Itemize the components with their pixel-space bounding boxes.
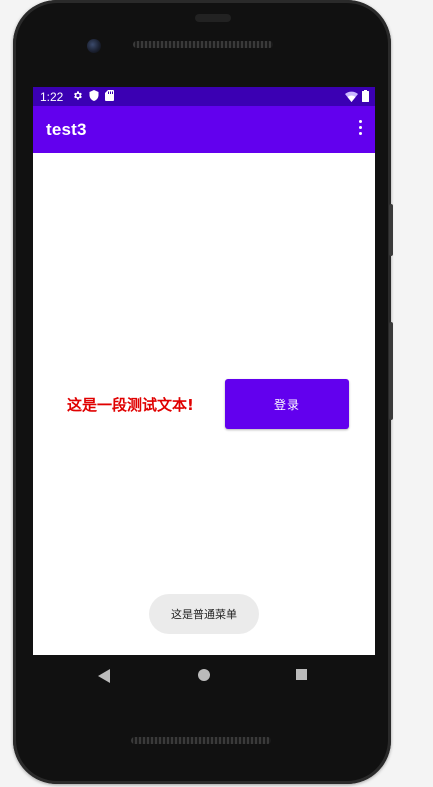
gear-icon	[72, 90, 83, 104]
back-icon[interactable]	[98, 668, 110, 687]
bottom-speaker	[131, 737, 271, 744]
wifi-icon	[345, 91, 358, 105]
more-vert-icon[interactable]	[357, 120, 363, 138]
app-bar: test3	[33, 106, 375, 153]
sd-card-icon	[105, 89, 115, 104]
toast-message: 这是普通菜单	[149, 594, 259, 634]
earpiece	[195, 14, 231, 22]
app-title: test3	[46, 120, 87, 139]
recents-icon[interactable]	[296, 669, 307, 680]
status-time: 1:22	[40, 89, 64, 104]
test-text: 这是一段测试文本!	[67, 396, 194, 414]
top-speaker	[133, 41, 273, 48]
battery-icon	[362, 90, 369, 105]
front-camera-icon	[87, 39, 101, 53]
home-icon[interactable]	[198, 669, 210, 681]
shield-icon	[89, 89, 99, 104]
status-bar: 1:22	[33, 87, 375, 106]
navigation-bar	[33, 655, 375, 695]
device-screen: 1:22 test3 这是一段测试文本! 登录 这是普通菜单	[33, 87, 375, 655]
login-button[interactable]: 登录	[225, 379, 349, 429]
volume-button	[389, 322, 393, 420]
power-button	[389, 204, 393, 256]
